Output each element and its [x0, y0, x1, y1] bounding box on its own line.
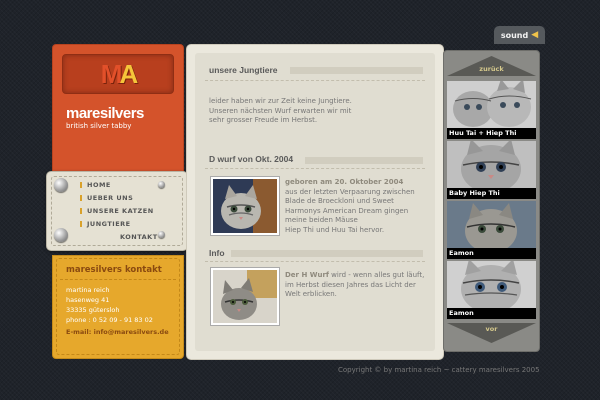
section-title: D wurf von Okt. 2004 — [209, 154, 294, 164]
sound-button[interactable]: sound ◀ — [494, 26, 545, 44]
section-text: geboren am 20. Oktober 2004 aus der letz… — [285, 178, 415, 234]
contact-city: 33335 gütersloh — [66, 306, 120, 314]
gallery-caption: Baby Hiep Thi — [447, 188, 536, 199]
logo-mark: MA — [100, 58, 138, 89]
kitten-photo[interactable] — [211, 268, 279, 325]
kitten-photo[interactable] — [211, 177, 279, 235]
contact-title: maresilvers kontakt — [66, 265, 162, 275]
gallery-thumb[interactable]: Huu Tai + Hiep Thi — [447, 81, 536, 139]
nav-item-home[interactable]: HOME — [80, 181, 111, 189]
rivet-icon — [158, 231, 165, 238]
contact-name: martina reich — [66, 286, 110, 294]
copyright-text: Copyright © by martina reich ~ cattery m… — [338, 366, 540, 374]
kitten-image — [213, 270, 277, 323]
rivet-icon — [54, 178, 68, 192]
gallery-thumb[interactable]: Baby Hiep Thi — [447, 141, 536, 199]
divider — [205, 261, 425, 262]
section-bar — [231, 250, 423, 257]
sound-label: sound — [500, 30, 529, 40]
nav-item-kontakt[interactable]: KONTAKT — [120, 233, 158, 241]
gallery-thumb[interactable]: Eamon — [447, 201, 536, 259]
contact-street: hasenweg 41 — [66, 296, 110, 304]
speaker-icon: ◀ — [531, 30, 539, 40]
bullet-icon — [80, 182, 82, 188]
gallery-thumb[interactable]: Eamon — [447, 261, 536, 319]
section-text: leider haben wir zur Zeit keine Jungtier… — [209, 97, 352, 125]
brand-subtitle: british silver tabby — [66, 122, 132, 130]
section-title: unsere Jungtiere — [209, 65, 278, 75]
nav-item-unsere-katzen[interactable]: UNSERE KATZEN — [80, 207, 154, 215]
section-text: Der H Wurf wird - wenn alles gut läuft, … — [285, 271, 425, 299]
section-bar — [305, 157, 423, 164]
rivet-icon — [54, 228, 68, 242]
logo[interactable]: MA — [62, 54, 174, 94]
contact-email-link[interactable]: E-mail: info@maresilvers.de — [66, 328, 169, 336]
divider — [205, 80, 425, 81]
nav-item-jungtiere[interactable]: JUNGTIERE — [80, 220, 131, 228]
contact-phone: phone : 0 52 09 - 91 83 02 — [66, 316, 153, 324]
section-bar — [290, 67, 423, 74]
gallery-caption: Eamon — [447, 308, 536, 319]
divider — [205, 168, 425, 169]
gallery-caption: Eamon — [447, 248, 536, 259]
gallery-caption: Huu Tai + Hiep Thi — [447, 128, 536, 139]
bullet-icon — [80, 208, 82, 214]
brand-title: maresilvers — [66, 105, 144, 122]
section-title: Info — [209, 248, 225, 258]
nav-item-ueber-uns[interactable]: UEBER UNS — [80, 194, 133, 202]
bullet-icon — [80, 221, 82, 227]
divider — [60, 279, 176, 280]
rivet-icon — [158, 181, 165, 188]
kitten-image — [213, 179, 277, 233]
bullet-icon — [80, 195, 82, 201]
